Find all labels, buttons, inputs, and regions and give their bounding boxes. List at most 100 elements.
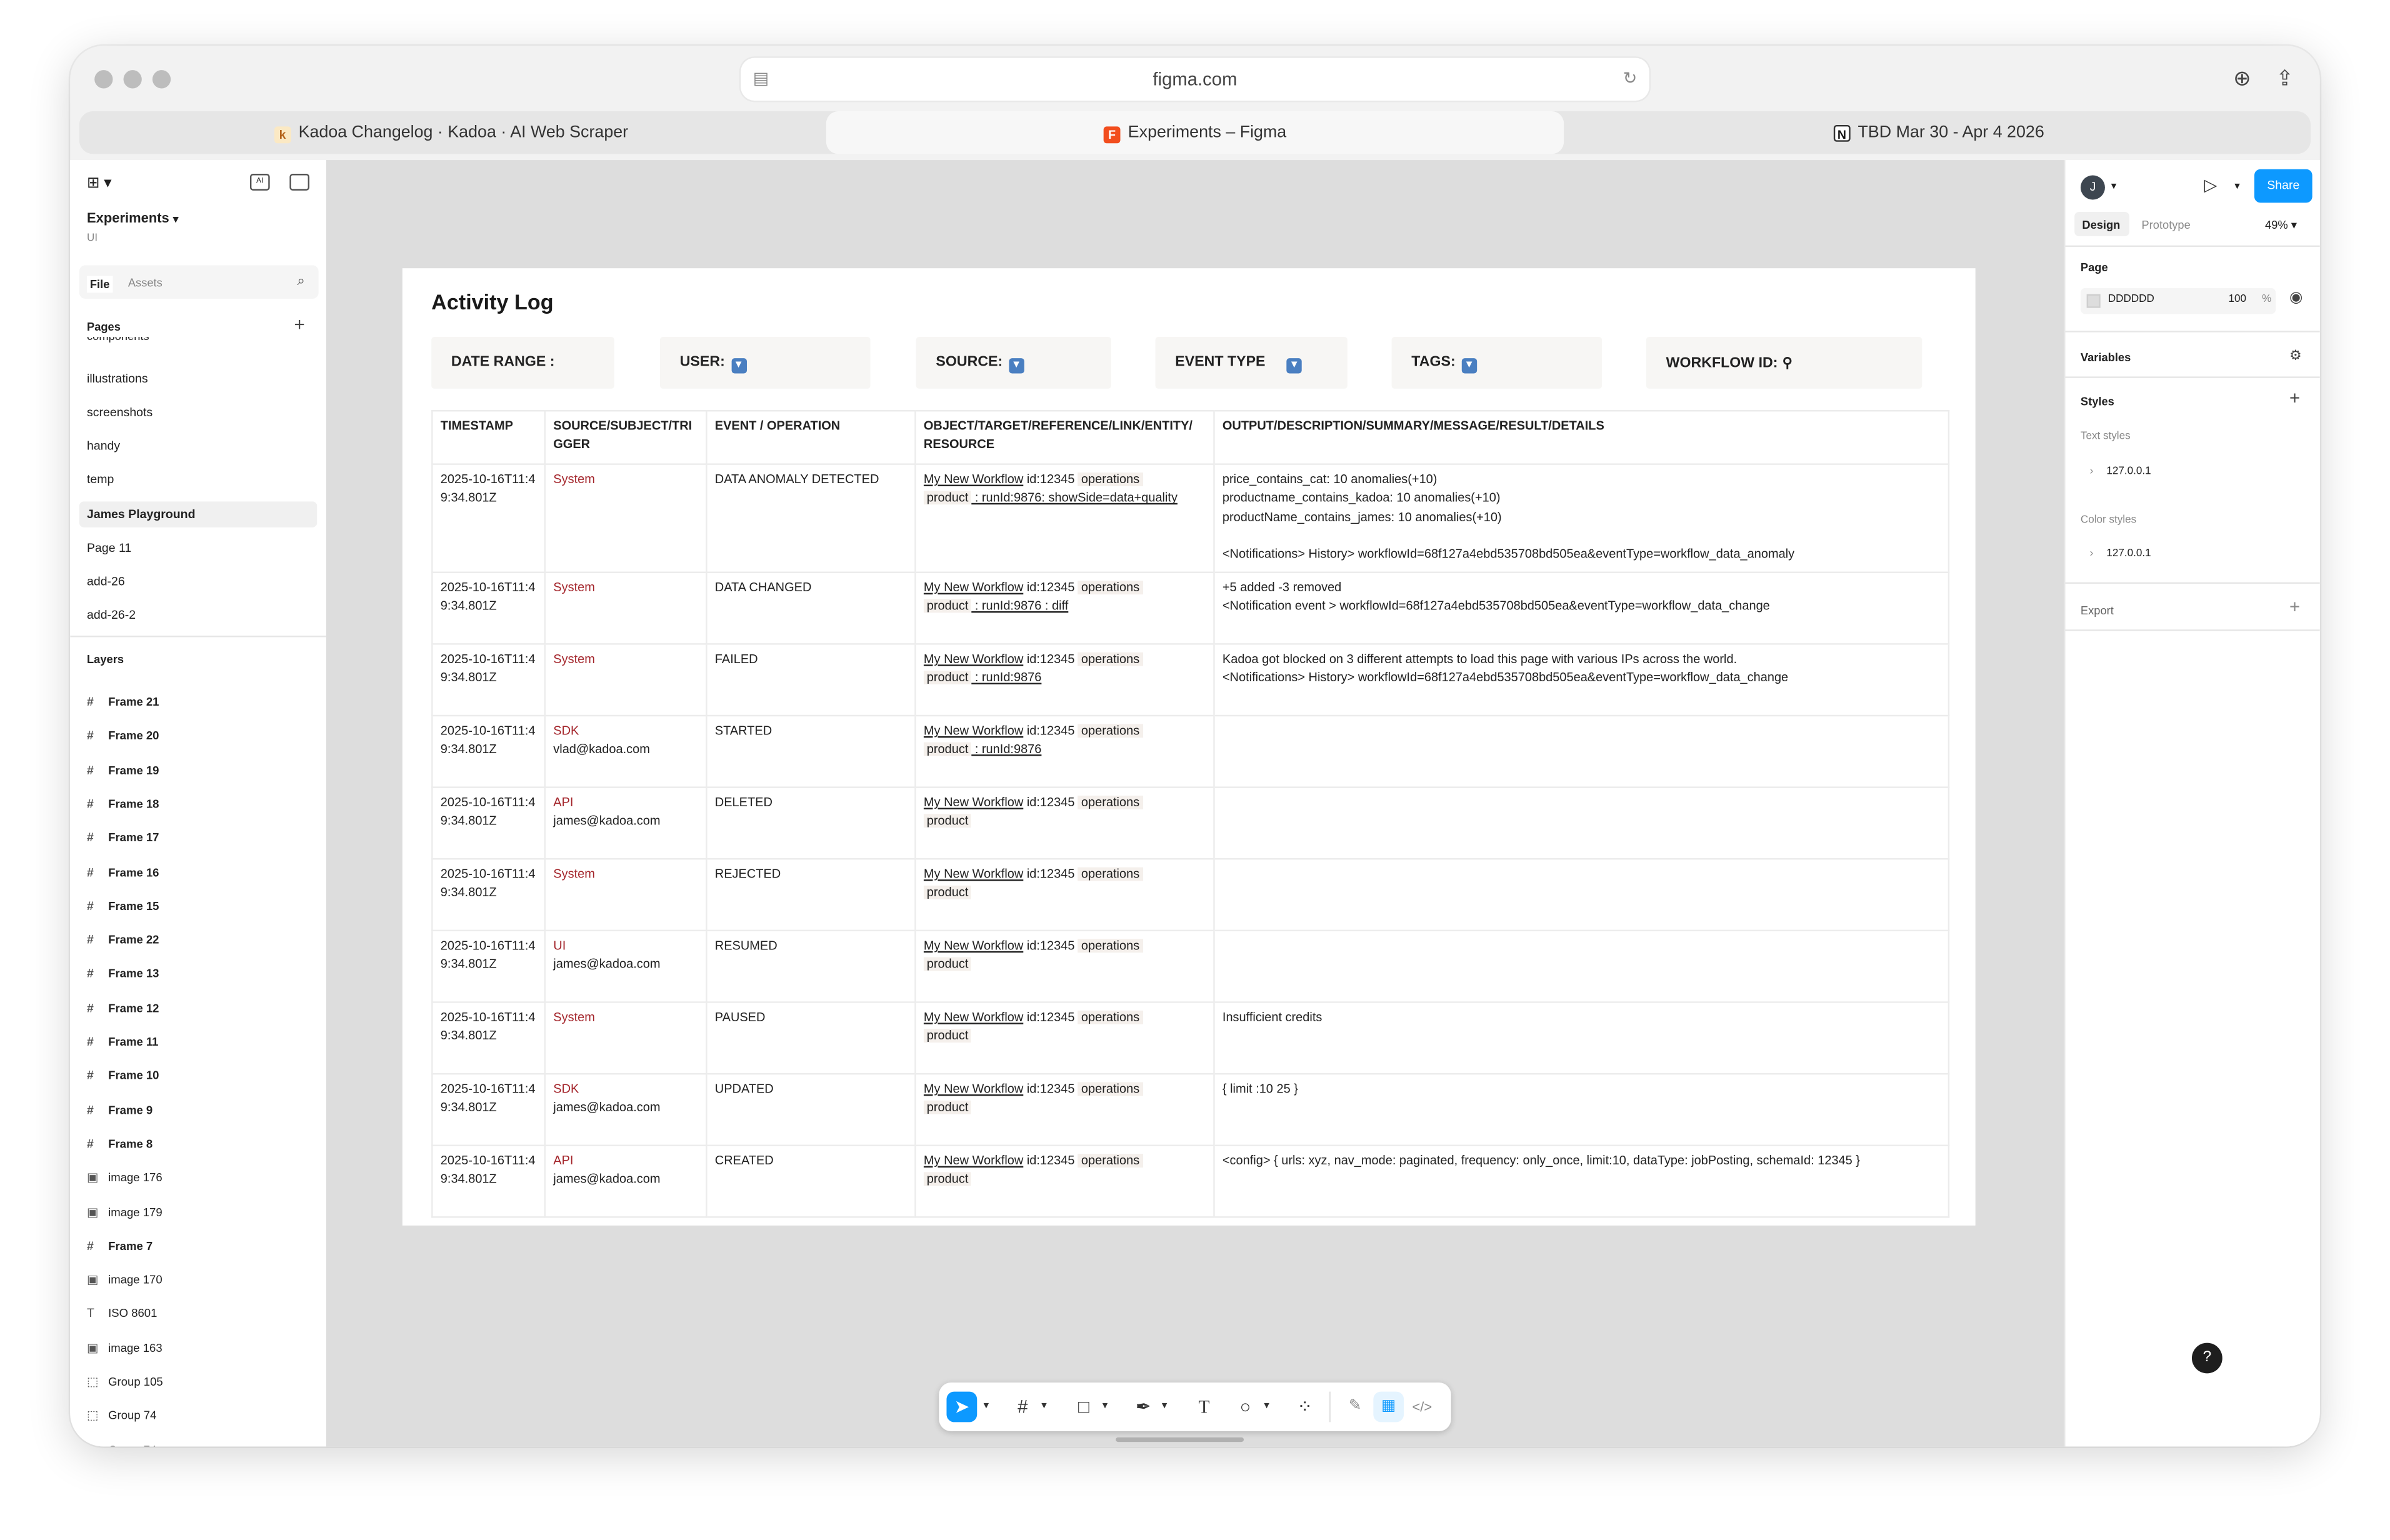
dropdown-icon[interactable]: ▾ <box>1009 358 1024 374</box>
filter-event-type[interactable]: EVENT TYPE ▾ <box>1155 336 1348 389</box>
dropdown-icon[interactable]: ▾ <box>1461 358 1477 374</box>
run-link[interactable]: : runId:9876: showSide=data+quality <box>971 491 1178 505</box>
column-header[interactable]: SOURCE/SUBJECT/TRIGGER <box>544 410 708 465</box>
filter-user[interactable]: USER: ▾ <box>659 336 871 389</box>
file-name[interactable]: Experiments ▾ <box>87 211 178 226</box>
tag-chip[interactable]: product <box>923 814 972 829</box>
present-icon[interactable]: ▷ <box>2204 175 2217 195</box>
color-style-item[interactable]: 127.0.0.1 <box>2106 549 2151 559</box>
tag-chip[interactable]: product <box>923 599 972 613</box>
layer-item[interactable]: # Frame 13 <box>87 961 159 988</box>
zoom-select[interactable]: 49% ▾ <box>2265 218 2297 232</box>
source-trigger[interactable]: System <box>553 472 595 486</box>
source-trigger[interactable]: System <box>553 652 595 666</box>
table-row[interactable]: 2025-10-16T11:49:34.801Z System PAUSED My N… <box>431 1001 1950 1075</box>
workflow-link[interactable]: My New Workflow <box>924 1154 1023 1168</box>
layer-item[interactable]: ▣ image 179 <box>87 1199 162 1226</box>
column-header[interactable]: OBJECT/TARGET/REFERENCE/LINK/ENTITY/ RES… <box>914 410 1215 465</box>
page-item[interactable]: add-26-2 <box>87 604 136 628</box>
search-icon[interactable]: ⚲ <box>1782 355 1792 370</box>
run-link[interactable]: : runId:9876 : diff <box>971 599 1069 613</box>
tag-chip[interactable]: product <box>923 1101 972 1115</box>
actions-tool-icon[interactable]: ⁘ <box>1289 1392 1320 1422</box>
tab-prototype[interactable]: Prototype <box>2141 218 2190 232</box>
tag-chip[interactable]: product <box>923 491 972 506</box>
page-item[interactable]: temp <box>87 468 114 492</box>
layer-item[interactable]: ▣ image 170 <box>87 1267 162 1294</box>
tag-chip[interactable]: operations <box>1078 1082 1143 1096</box>
table-row[interactable]: 2025-10-16T11:49:34.801Z SDK james@kadoa.c… <box>431 1072 1950 1146</box>
move-tool-icon[interactable]: ➤ <box>946 1391 978 1422</box>
share-icon[interactable]: ⇪ <box>2271 64 2299 91</box>
tag-chip[interactable]: operations <box>1078 581 1143 595</box>
tag-chip[interactable]: operations <box>1078 939 1143 953</box>
avatar[interactable]: J <box>2080 175 2105 200</box>
table-row[interactable]: 2025-10-16T11:49:34.801Z System DATA CHANG… <box>431 571 1950 645</box>
workflow-link[interactable]: My New Workflow <box>924 472 1023 486</box>
comment-tool-icon[interactable]: ○ <box>1230 1392 1261 1422</box>
column-header[interactable]: OUTPUT/DESCRIPTION/SUMMARY/MESSAGE/RESUL… <box>1213 410 1950 465</box>
layer-item[interactable]: # Frame 8 <box>87 1131 152 1158</box>
run-link[interactable]: : runId:9876 <box>971 671 1042 685</box>
table-row[interactable]: 2025-10-16T11:49:34.801Z System DATA ANOMA… <box>431 463 1950 573</box>
table-row[interactable]: 2025-10-16T11:49:34.801Z UI james@kadoa.co… <box>431 929 1950 1003</box>
chevron-down-icon[interactable]: ▾ <box>1158 1392 1171 1422</box>
source-trigger[interactable]: API <box>553 1154 573 1168</box>
dev-mode-icon[interactable]: </> <box>1407 1392 1438 1422</box>
help-button[interactable]: ? <box>2191 1342 2222 1374</box>
table-row[interactable]: 2025-10-16T11:49:34.801Z API james@kadoa.c… <box>431 786 1950 860</box>
chevron-right-icon[interactable]: › <box>2090 549 2094 559</box>
tag-chip[interactable]: product <box>923 671 972 685</box>
page-opacity-value[interactable]: 100 <box>2228 294 2246 305</box>
column-header[interactable]: TIMESTAMP <box>431 410 546 465</box>
layer-item[interactable]: ⬚Group 74 <box>87 1437 156 1447</box>
add-page-icon[interactable]: + <box>294 314 305 335</box>
workflow-link[interactable]: My New Workflow <box>924 581 1023 594</box>
pen-tool-icon[interactable]: ✒ <box>1128 1392 1159 1422</box>
page-color-value[interactable]: DDDDDD <box>2108 294 2154 305</box>
frame-tool-icon[interactable]: # <box>1008 1392 1038 1422</box>
chevron-down-icon[interactable]: ▾ <box>1038 1392 1051 1422</box>
layer-item[interactable]: ⬚Group 74 <box>87 1402 156 1430</box>
text-style-item[interactable]: 127.0.0.1 <box>2106 466 2151 477</box>
layer-item[interactable]: # Frame 12 <box>87 995 159 1022</box>
workflow-link[interactable]: My New Workflow <box>924 868 1023 881</box>
tab-design[interactable]: Design <box>2082 218 2120 232</box>
layer-item[interactable]: # Frame 20 <box>87 723 159 751</box>
chevron-down-icon[interactable]: ▾ <box>1099 1392 1111 1422</box>
chevron-down-icon[interactable]: ▾ <box>2111 180 2117 192</box>
page-color-field[interactable]: DDDDDD 100 % <box>2080 288 2276 314</box>
page-item[interactable]: components <box>87 337 149 343</box>
source-trigger[interactable]: System <box>553 1011 595 1024</box>
design-mode-icon[interactable]: ▦ <box>1373 1391 1404 1422</box>
workflow-link[interactable]: My New Workflow <box>924 652 1023 666</box>
run-link[interactable]: : runId:9876 <box>971 743 1042 757</box>
layer-item[interactable]: # Frame 9 <box>87 1097 152 1124</box>
maximize-window-button[interactable] <box>152 70 171 89</box>
tag-chip[interactable]: operations <box>1078 796 1143 809</box>
source-trigger[interactable]: SDK <box>553 1082 579 1096</box>
activity-log-frame[interactable]: Activity Log DATE RANGE : USER: ▾ SOURCE:… <box>402 268 1976 1226</box>
chevron-down-icon[interactable]: ▾ <box>1261 1392 1273 1422</box>
page-item[interactable]: screenshots <box>87 401 152 425</box>
layer-item[interactable]: # Frame 19 <box>87 757 159 784</box>
chevron-down-icon[interactable]: ▾ <box>2234 180 2240 192</box>
tab-assets[interactable]: Assets <box>128 276 162 289</box>
canvas[interactable]: Activity Log DATE RANGE : USER: ▾ SOURCE:… <box>326 160 2066 1447</box>
layer-item[interactable]: ▣ image 176 <box>87 1165 162 1192</box>
tab-figma[interactable]: F Experiments – Figma <box>826 111 1564 154</box>
table-row[interactable]: 2025-10-16T11:49:34.801Z System REJECTED My… <box>431 858 1950 932</box>
table-row[interactable]: 2025-10-16T11:49:34.801Z SDK vlad@kadoa.co… <box>431 714 1950 788</box>
layer-item[interactable]: # Frame 21 <box>87 689 159 716</box>
layer-item[interactable]: # Frame 17 <box>87 825 159 852</box>
page-item[interactable]: illustrations <box>87 368 148 392</box>
layer-item[interactable]: ▣ image 163 <box>87 1335 162 1362</box>
tag-chip[interactable]: product <box>923 742 972 757</box>
page-item[interactable]: Page 11 <box>87 536 131 561</box>
variables-settings-icon[interactable]: ⚙ <box>2289 348 2302 364</box>
table-row[interactable]: 2025-10-16T11:49:34.801Z System FAILED My N… <box>431 643 1950 717</box>
layer-item[interactable]: T ISO 8601 <box>87 1301 157 1328</box>
page-item-selected[interactable]: James Playground <box>87 503 195 528</box>
chevron-down-icon[interactable]: ▾ <box>980 1392 992 1422</box>
source-trigger[interactable]: API <box>553 796 573 809</box>
